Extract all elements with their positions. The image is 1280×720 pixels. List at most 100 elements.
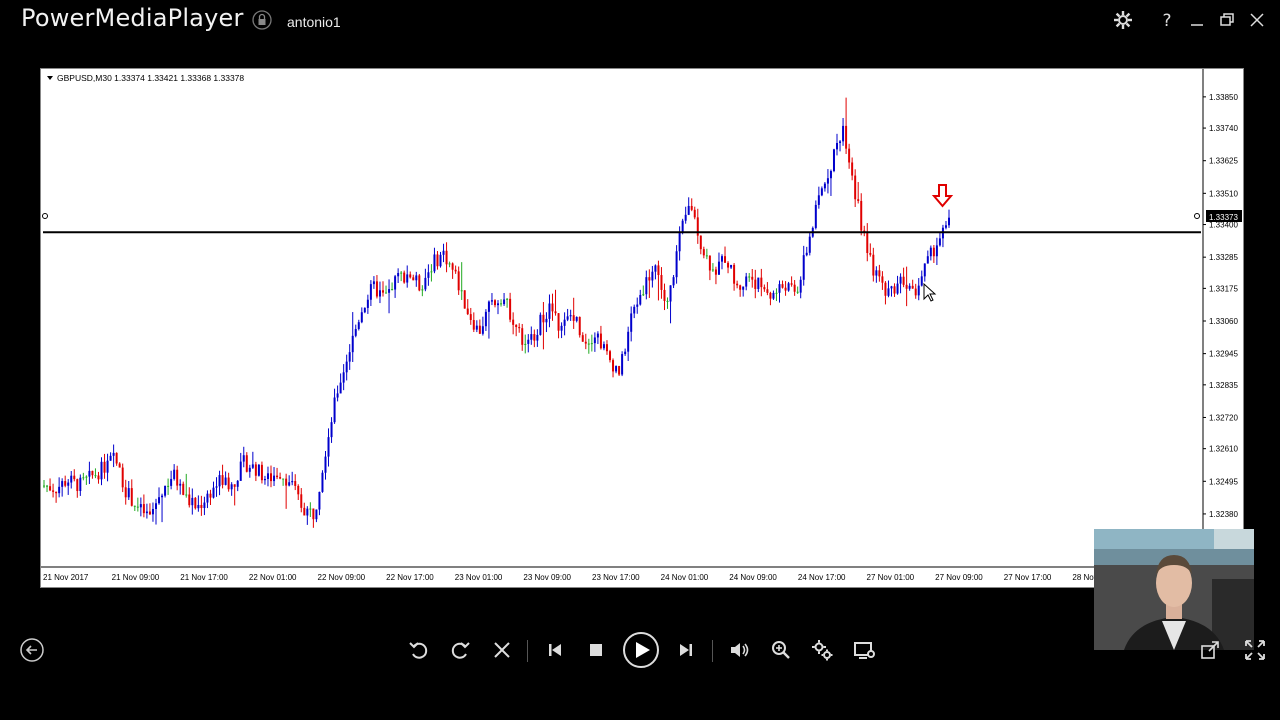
minimize-icon[interactable] xyxy=(1185,8,1209,32)
candle-body xyxy=(769,292,772,299)
candle-body xyxy=(929,247,932,257)
candle-body xyxy=(887,288,890,296)
candle-body xyxy=(730,264,733,268)
candle-body xyxy=(49,486,52,491)
candle-body xyxy=(378,290,381,297)
lock-icon[interactable] xyxy=(252,10,272,30)
time-label: 23 Nov 17:00 xyxy=(592,573,640,582)
candle-body xyxy=(203,502,206,509)
candle-body xyxy=(415,275,418,281)
candle-body xyxy=(845,125,848,149)
candle-body xyxy=(454,269,457,272)
candle-body xyxy=(242,455,245,462)
price-level-label: 1.33285 xyxy=(1209,253,1238,262)
candle-body xyxy=(599,333,602,349)
candle-body xyxy=(527,339,530,344)
skip-previous-icon[interactable] xyxy=(539,634,571,666)
candle-body xyxy=(587,343,590,345)
candle-body xyxy=(627,331,630,352)
candle-body xyxy=(276,475,279,478)
candle-body xyxy=(230,484,233,490)
candle-body xyxy=(778,284,781,293)
candle-body xyxy=(385,292,388,294)
candle-body xyxy=(923,263,926,277)
candle-body xyxy=(445,250,448,265)
candle-body xyxy=(130,488,133,506)
candle-body xyxy=(133,505,136,507)
time-label: 22 Nov 09:00 xyxy=(318,573,366,582)
candle-body xyxy=(400,272,403,274)
candle-body xyxy=(602,344,605,349)
mouse-cursor-icon xyxy=(923,282,937,302)
zoom-icon[interactable] xyxy=(765,634,797,666)
candle-body xyxy=(506,298,509,300)
candle-body xyxy=(191,497,194,506)
candle-body xyxy=(421,289,424,291)
settings-gear-icon[interactable] xyxy=(1111,8,1135,32)
time-label: 27 Nov 09:00 xyxy=(935,573,983,582)
candle-body xyxy=(621,354,624,375)
time-label: 27 Nov 01:00 xyxy=(867,573,915,582)
candle-body xyxy=(566,316,569,320)
candle-body xyxy=(642,294,645,296)
candle-body xyxy=(312,508,315,520)
candle-body xyxy=(684,214,687,221)
candle-body xyxy=(330,422,333,438)
candle-body xyxy=(757,277,760,289)
candle-body xyxy=(67,482,70,486)
candle-body xyxy=(609,351,612,361)
candle-body xyxy=(291,481,294,483)
fullscreen-icon[interactable] xyxy=(1239,634,1271,666)
candle-body xyxy=(257,464,260,476)
stop-icon[interactable] xyxy=(580,634,612,666)
price-level-label: 1.32610 xyxy=(1209,445,1238,454)
candle-body xyxy=(215,486,218,488)
candle-body xyxy=(403,272,406,283)
candle-body xyxy=(118,463,121,468)
candle-body xyxy=(173,469,176,479)
trading-chart: 1.33850 1.33740 1.33625 1.33510 1.33400 1.332… xyxy=(40,68,1244,588)
candle-body xyxy=(88,470,91,477)
time-label: 23 Nov 01:00 xyxy=(455,573,503,582)
candle-body xyxy=(875,270,878,276)
candle-body xyxy=(645,277,648,295)
back-arrow-icon[interactable] xyxy=(16,634,48,666)
candle-body xyxy=(457,271,460,291)
username: antonio1 xyxy=(287,14,341,30)
candle-body xyxy=(699,235,702,250)
candle-body xyxy=(902,276,905,285)
price-level-label: 1.32495 xyxy=(1209,477,1238,486)
candle-body xyxy=(460,290,463,292)
popout-icon[interactable] xyxy=(1194,634,1226,666)
volume-icon[interactable] xyxy=(723,634,755,666)
candle-body xyxy=(596,333,599,338)
candle-body xyxy=(578,316,581,336)
candle-body xyxy=(563,319,566,326)
forward-icon[interactable] xyxy=(444,634,476,666)
candle-body xyxy=(842,125,845,142)
close-x-icon[interactable] xyxy=(486,634,518,666)
settings-icon[interactable] xyxy=(806,634,838,666)
candle-body xyxy=(636,304,639,307)
candle-body xyxy=(239,461,242,481)
candle-body xyxy=(418,275,421,291)
candle-body xyxy=(557,313,560,331)
restore-icon[interactable] xyxy=(1215,8,1239,32)
candle-body xyxy=(539,314,542,335)
candle-body xyxy=(76,479,79,492)
rewind-icon[interactable] xyxy=(403,634,435,666)
candle-body xyxy=(823,183,826,189)
candle-body xyxy=(73,475,76,480)
close-window-icon[interactable] xyxy=(1245,8,1269,32)
candle-body xyxy=(590,343,593,345)
help-icon[interactable]: ? xyxy=(1155,8,1179,32)
candle-body xyxy=(424,277,427,290)
candle-body xyxy=(669,285,672,302)
play-icon[interactable] xyxy=(622,631,660,669)
price-level-label: 1.33510 xyxy=(1209,189,1238,198)
skip-next-icon[interactable] xyxy=(670,634,702,666)
candle-body xyxy=(227,477,230,490)
candle-body xyxy=(481,326,484,334)
display-settings-icon[interactable] xyxy=(848,634,880,666)
price-tag: 1.33373 xyxy=(1209,213,1238,222)
